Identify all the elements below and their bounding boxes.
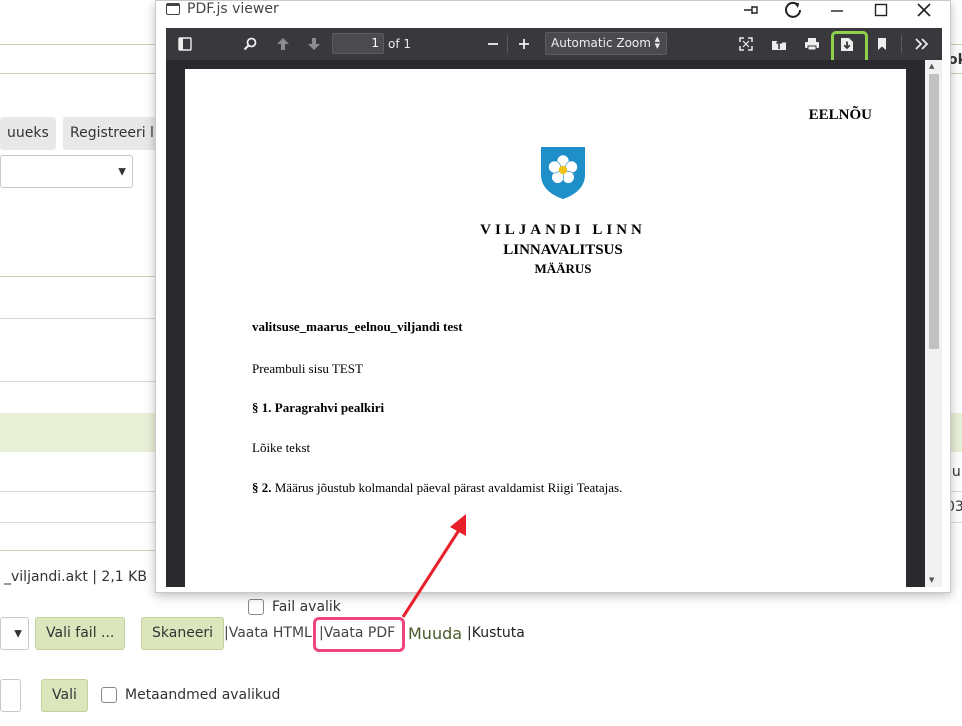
city-crest-icon [541,147,585,199]
type-select[interactable]: ▼ [0,155,133,188]
public-metadata-label: Metaandmed avalikud [125,687,281,703]
section-divider [0,318,155,319]
scan-button[interactable]: Skaneeri [141,617,225,650]
city-name: VILJANDI LINN [480,222,646,238]
delete-link[interactable]: |Kustuta [467,625,525,641]
edit-link[interactable]: Muuda [408,624,462,643]
pdf-page: EELNÕU VILJANDI LINN LINNAVALITSUS MÄÄRU… [185,69,906,587]
register-button[interactable]: Registreeri l [63,117,161,150]
toolbar-separator [507,35,508,53]
chevron-down-icon: ▼ [118,166,126,177]
previous-page-icon[interactable] [271,28,295,60]
file-info: _viljandi.akt | 2,1 KB [4,569,147,585]
sidebar-toggle-icon[interactable] [173,28,197,60]
select-button[interactable]: Vali [41,679,88,712]
zoom-select-value: Automatic Zoom [551,36,651,50]
pdf-viewer-container[interactable]: EELNÕU VILJANDI LINN LINNAVALITSUS MÄÄRU… [166,60,942,587]
chevron-down-icon: ▼ [14,628,22,639]
section-1-heading: § 1. Paragrahvi pealkiri [252,400,385,415]
paragraph-text: Lõike tekst [252,440,311,455]
add-new-button[interactable]: uueks [0,117,56,150]
document-heading: valitsuse_maarus_eelnou_viljandi test [252,319,463,334]
zoom-out-icon[interactable] [483,28,503,60]
toolbar-separator [901,35,902,53]
file-type-select[interactable]: ▼ [0,617,29,650]
regulation-label: MÄÄRUS [534,261,592,276]
next-page-icon[interactable] [302,28,326,60]
view-pdf-highlight [313,617,405,652]
section-2-body: Määrus jõustub kolmandal päeval pärast a… [271,480,623,495]
choose-file-button[interactable]: Vali fail ... [35,617,126,650]
print-icon[interactable] [800,28,824,60]
presentation-mode-icon[interactable] [734,28,758,60]
bookmark-icon[interactable] [870,28,894,60]
scroll-up-icon[interactable]: ▲ [929,62,934,70]
window-title: PDF.js viewer [187,1,279,17]
window-icon [166,3,180,15]
search-icon[interactable] [238,28,262,60]
page-count-label: of 1 [388,37,412,51]
page-number-input[interactable]: 1 [332,33,384,54]
section-2-text: § 2. Määrus jõustub kolmandal päeval pär… [252,480,622,496]
scroll-down-icon[interactable]: ▼ [929,576,934,584]
draft-label: EELNÕU [808,107,872,123]
text-input[interactable] [0,679,21,712]
refresh-icon[interactable] [778,1,808,19]
section-divider [0,550,155,551]
maximize-icon[interactable] [866,1,896,19]
minimize-icon[interactable] [822,1,852,19]
public-file-label: Fail avalik [272,599,341,615]
pin-icon[interactable] [736,1,766,19]
select-caret-icon: ▲ ▼ [654,35,660,50]
pdf-toolbar: 1 of 1 Automatic Zoom ▲ ▼ [166,28,942,60]
section-divider [0,381,155,382]
preamble-text: Preambuli sisu TEST [252,361,363,376]
window-titlebar: PDF.js viewer [156,1,950,26]
public-file-checkbox[interactable] [248,599,264,615]
pdf-viewer-window: PDF.js viewer 1 of 1 Automatic Zoom ▲ ▼ … [155,0,951,593]
section-2-number: § 2. [252,480,272,495]
section-divider [0,276,155,277]
open-file-icon[interactable] [767,28,791,60]
tools-menu-icon[interactable] [909,28,935,60]
view-html-link[interactable]: |Vaata HTML [224,625,312,641]
zoom-select[interactable]: Automatic Zoom ▲ ▼ [545,32,667,55]
scrollbar-thumb[interactable] [929,74,939,349]
vertical-scrollbar[interactable]: ▲ ▼ [925,60,942,587]
government-name: LINNAVALITSUS [503,242,623,258]
close-icon[interactable] [909,1,939,19]
public-metadata-checkbox[interactable] [101,687,117,703]
zoom-in-icon[interactable] [514,28,534,60]
